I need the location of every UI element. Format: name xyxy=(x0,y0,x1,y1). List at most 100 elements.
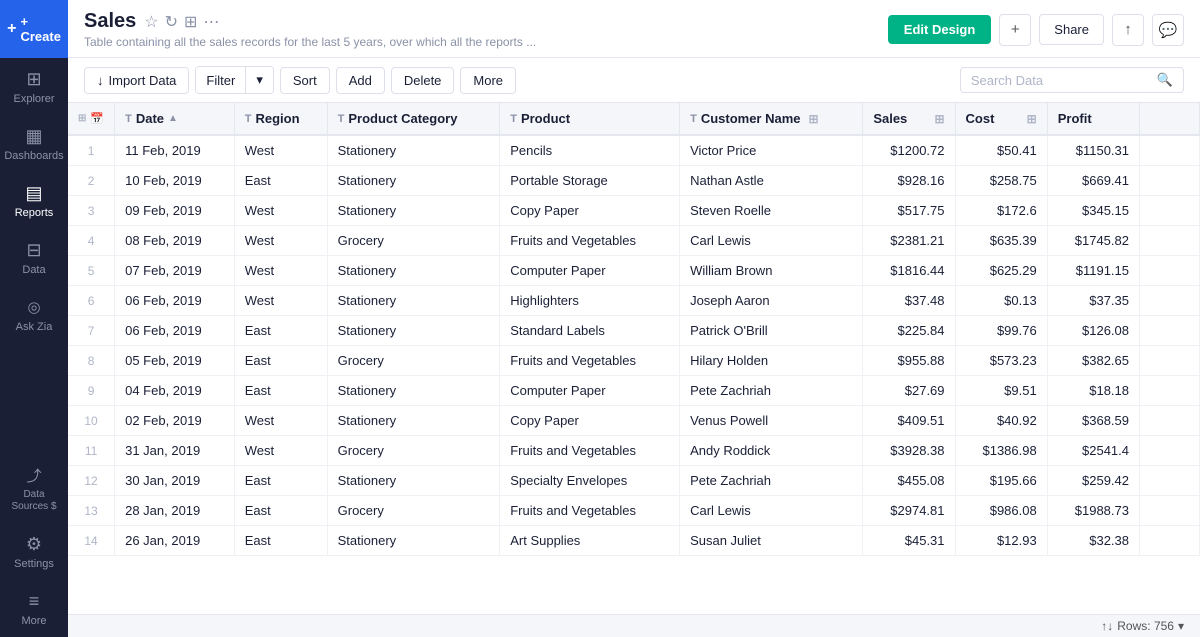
cell-cost: $195.66 xyxy=(955,466,1047,496)
sidebar-item-label: Dashboards xyxy=(4,150,63,162)
th-customer-name[interactable]: T Customer Name ⊞ xyxy=(680,103,863,135)
share-button[interactable]: Share xyxy=(1039,14,1104,45)
refresh-icon[interactable]: ↻ xyxy=(165,12,178,32)
th-checkbox: ⊞ 📅 xyxy=(68,103,115,135)
cell-product-category: Grocery xyxy=(327,346,500,376)
cell-region: East xyxy=(234,466,327,496)
cell-region: East xyxy=(234,166,327,196)
cell-cost: $50.41 xyxy=(955,135,1047,166)
cell-cost: $40.92 xyxy=(955,406,1047,436)
cell-product-category: Stationery xyxy=(327,526,500,556)
cell-customer-name: William Brown xyxy=(680,256,863,286)
create-label: + Create xyxy=(20,14,60,44)
cell-region: East xyxy=(234,526,327,556)
more-button[interactable]: More xyxy=(460,67,516,94)
table-icon[interactable]: ⊞ xyxy=(184,12,197,32)
cell-date: 07 Feb, 2019 xyxy=(115,256,235,286)
cell-date: 08 Feb, 2019 xyxy=(115,226,235,256)
cell-date: 28 Jan, 2019 xyxy=(115,496,235,526)
sort-button[interactable]: Sort xyxy=(280,67,330,94)
product-type-icon: T xyxy=(510,113,517,125)
cost-menu-icon[interactable]: ⊞ xyxy=(1027,112,1037,126)
cell-date: 06 Feb, 2019 xyxy=(115,316,235,346)
cell-extra xyxy=(1140,286,1200,316)
prodcat-type-icon: T xyxy=(338,113,345,125)
cell-sales: $3928.38 xyxy=(863,436,955,466)
search-input[interactable] xyxy=(971,73,1151,88)
data-table-container[interactable]: ⊞ 📅 T Date ▲ T Regi xyxy=(68,103,1200,614)
cell-product-category: Stationery xyxy=(327,286,500,316)
cell-sales: $37.48 xyxy=(863,286,955,316)
cell-profit: $669.41 xyxy=(1047,166,1139,196)
sidebar-item-data-sources[interactable]: ⤴ Data Sources $ xyxy=(0,454,68,523)
cell-extra xyxy=(1140,526,1200,556)
cell-customer-name: Andy Roddick xyxy=(680,436,863,466)
cell-product-category: Stationery xyxy=(327,406,500,436)
comment-button[interactable]: 💬 xyxy=(1152,14,1184,46)
cell-product: Fruits and Vegetables xyxy=(500,346,680,376)
th-date[interactable]: T Date ▲ xyxy=(115,103,235,135)
sidebar-item-explorer[interactable]: ⊞ Explorer xyxy=(0,58,68,115)
bottom-bar: ↑↓ Rows: 756 ▾ xyxy=(68,614,1200,637)
import-data-button[interactable]: ↓ Import Data xyxy=(84,67,189,94)
th-region[interactable]: T Region xyxy=(234,103,327,135)
expand-icon: ⊞ xyxy=(78,113,86,124)
row-number: 7 xyxy=(68,316,115,346)
sidebar-item-data[interactable]: ⊟ Data xyxy=(0,229,68,286)
table-row: 3 09 Feb, 2019 West Stationery Copy Pape… xyxy=(68,196,1200,226)
cell-region: West xyxy=(234,406,327,436)
cell-extra xyxy=(1140,436,1200,466)
custname-type-icon: T xyxy=(690,113,697,125)
delete-button[interactable]: Delete xyxy=(391,67,455,94)
th-cost[interactable]: Cost ⊞ xyxy=(955,103,1047,135)
custname-menu-icon[interactable]: ⊞ xyxy=(809,112,819,126)
cell-extra xyxy=(1140,466,1200,496)
sidebar-item-label: Data xyxy=(22,264,45,276)
cell-extra xyxy=(1140,496,1200,526)
sales-menu-icon[interactable]: ⊞ xyxy=(934,112,944,126)
sidebar-item-settings[interactable]: ⚙ Settings xyxy=(0,523,68,580)
row-number: 14 xyxy=(68,526,115,556)
page-title: Sales xyxy=(84,10,136,33)
cell-profit: $1988.73 xyxy=(1047,496,1139,526)
more-icon: ≡ xyxy=(23,590,45,612)
filter-dropdown-button[interactable]: ▾ xyxy=(246,67,273,93)
cell-product: Art Supplies xyxy=(500,526,680,556)
cell-extra xyxy=(1140,376,1200,406)
add-button[interactable]: + xyxy=(999,14,1031,46)
table-row: 8 05 Feb, 2019 East Grocery Fruits and V… xyxy=(68,346,1200,376)
table-row: 13 28 Jan, 2019 East Grocery Fruits and … xyxy=(68,496,1200,526)
sidebar-item-more[interactable]: ≡ More xyxy=(0,580,68,637)
th-product[interactable]: T Product xyxy=(500,103,680,135)
cell-cost: $99.76 xyxy=(955,316,1047,346)
table-row: 14 26 Jan, 2019 East Stationery Art Supp… xyxy=(68,526,1200,556)
cell-cost: $258.75 xyxy=(955,166,1047,196)
cell-cost: $12.93 xyxy=(955,526,1047,556)
th-sales[interactable]: Sales ⊞ xyxy=(863,103,955,135)
sidebar-item-dashboards[interactable]: ▦ Dashboards xyxy=(0,115,68,172)
add-button-toolbar[interactable]: Add xyxy=(336,67,385,94)
rows-dropdown-icon[interactable]: ▾ xyxy=(1178,619,1184,633)
cell-customer-name: Susan Juliet xyxy=(680,526,863,556)
filter-button[interactable]: Filter xyxy=(196,67,245,93)
sidebar-item-reports[interactable]: ▤ Reports xyxy=(0,172,68,229)
more-options-icon[interactable]: ⋯ xyxy=(203,12,219,32)
edit-design-button[interactable]: Edit Design xyxy=(888,15,992,44)
cell-customer-name: Carl Lewis xyxy=(680,226,863,256)
create-button[interactable]: + + Create xyxy=(0,0,68,58)
row-number: 11 xyxy=(68,436,115,466)
topbar-right: Edit Design + Share ↑ 💬 xyxy=(888,14,1184,54)
star-icon[interactable]: ☆ xyxy=(144,12,158,32)
cell-product: Specialty Envelopes xyxy=(500,466,680,496)
cell-product-category: Stationery xyxy=(327,466,500,496)
table-body: 1 11 Feb, 2019 West Stationery Pencils V… xyxy=(68,135,1200,556)
export-button[interactable]: ↑ xyxy=(1112,14,1144,46)
th-profit[interactable]: Profit xyxy=(1047,103,1139,135)
th-extra xyxy=(1140,103,1200,135)
cell-customer-name: Pete Zachriah xyxy=(680,376,863,406)
cell-profit: $1191.15 xyxy=(1047,256,1139,286)
cell-extra xyxy=(1140,346,1200,376)
th-product-category[interactable]: T Product Category xyxy=(327,103,500,135)
sidebar-item-ask-zia[interactable]: ◎ Ask Zia xyxy=(0,286,68,343)
row-number: 5 xyxy=(68,256,115,286)
